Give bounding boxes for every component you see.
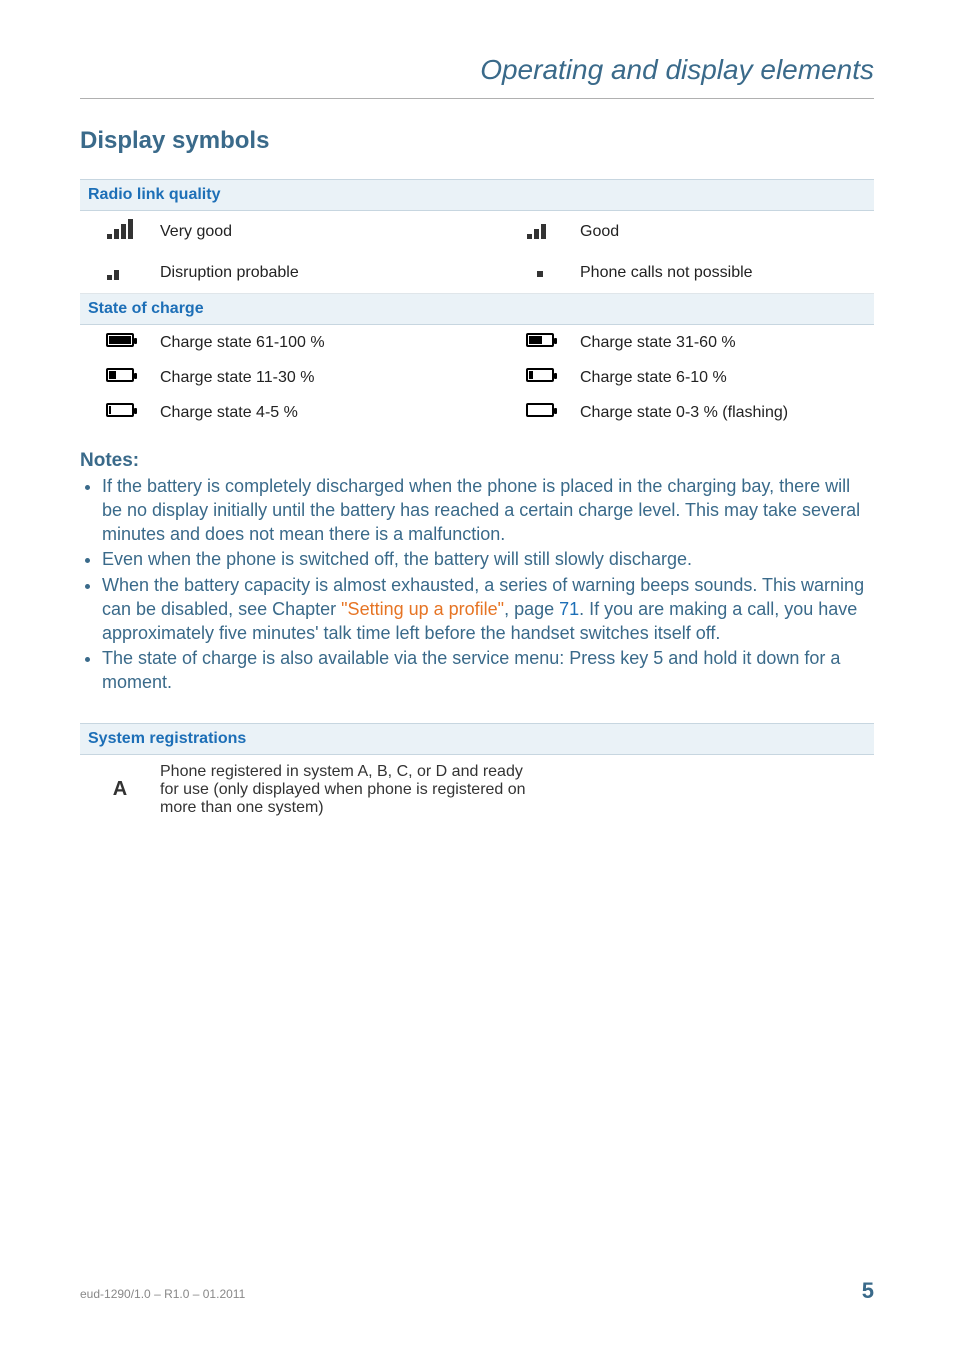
signal-very-good-icon bbox=[80, 211, 160, 253]
page-number: 5 bbox=[862, 1278, 874, 1304]
table-row: Disruption probable Phone calls not poss… bbox=[80, 252, 874, 294]
section-header-charge-label: State of charge bbox=[80, 294, 874, 325]
note-item: When the battery capacity is almost exha… bbox=[102, 574, 874, 645]
note-link[interactable]: "Setting up a profile" bbox=[341, 599, 504, 619]
note-page-ref[interactable]: 71 bbox=[559, 599, 579, 619]
note-item: Even when the phone is switched off, the… bbox=[102, 548, 874, 572]
section-header-sysreg-label: System registrations bbox=[80, 723, 874, 754]
battery-empty-icon bbox=[500, 395, 580, 430]
note-item: The state of charge is also available vi… bbox=[102, 647, 874, 695]
battery-verylow-icon bbox=[500, 360, 580, 395]
signal-disruption-label: Disruption probable bbox=[160, 252, 500, 294]
table-row: Charge state 4-5 % Charge state 0-3 % (f… bbox=[80, 395, 874, 430]
system-registrations-table: System registrations A Phone registered … bbox=[80, 723, 874, 825]
battery-6-10-label: Charge state 6-10 % bbox=[580, 360, 874, 395]
system-registration-desc: Phone registered in system A, B, C, or D… bbox=[160, 754, 874, 825]
system-a-icon: A bbox=[80, 754, 160, 825]
battery-31-60-label: Charge state 31-60 % bbox=[580, 325, 874, 361]
footer-doc-id: eud-1290/1.0 – R1.0 – 01.2011 bbox=[80, 1287, 245, 1301]
battery-low-icon bbox=[80, 360, 160, 395]
battery-0-3-label: Charge state 0-3 % (flashing) bbox=[580, 395, 874, 430]
note-text: , page bbox=[504, 599, 559, 619]
page-title: Display symbols bbox=[80, 127, 874, 155]
symbols-table: Radio link quality Very good Good Disrup… bbox=[80, 179, 874, 430]
battery-full-icon bbox=[80, 325, 160, 361]
section-header-sysreg: System registrations bbox=[80, 723, 874, 754]
breadcrumb: Operating and display elements bbox=[80, 54, 874, 94]
battery-11-30-label: Charge state 11-30 % bbox=[160, 360, 500, 395]
table-row: A Phone registered in system A, B, C, or… bbox=[80, 754, 874, 825]
battery-4-5-label: Charge state 4-5 % bbox=[160, 395, 500, 430]
system-registration-desc-text: Phone registered in system A, B, C, or D… bbox=[160, 763, 540, 817]
signal-very-good-label: Very good bbox=[160, 211, 500, 253]
table-row: Charge state 11-30 % Charge state 6-10 % bbox=[80, 360, 874, 395]
battery-critical-icon bbox=[80, 395, 160, 430]
battery-61-100-label: Charge state 61-100 % bbox=[160, 325, 500, 361]
signal-good-label: Good bbox=[580, 211, 874, 253]
section-header-radio: Radio link quality bbox=[80, 180, 874, 211]
divider bbox=[80, 98, 874, 99]
signal-good-icon bbox=[500, 211, 580, 253]
section-header-radio-label: Radio link quality bbox=[80, 180, 874, 211]
signal-none-icon bbox=[500, 252, 580, 294]
battery-half-icon bbox=[500, 325, 580, 361]
notes-title: Notes: bbox=[80, 448, 874, 473]
section-header-charge: State of charge bbox=[80, 294, 874, 325]
table-row: Very good Good bbox=[80, 211, 874, 253]
table-row: Charge state 61-100 % Charge state 31-60… bbox=[80, 325, 874, 361]
notes-box: Notes: If the battery is completely disc… bbox=[80, 448, 874, 695]
signal-none-label: Phone calls not possible bbox=[580, 252, 874, 294]
note-item: If the battery is completely discharged … bbox=[102, 475, 874, 546]
signal-disruption-icon bbox=[80, 252, 160, 294]
